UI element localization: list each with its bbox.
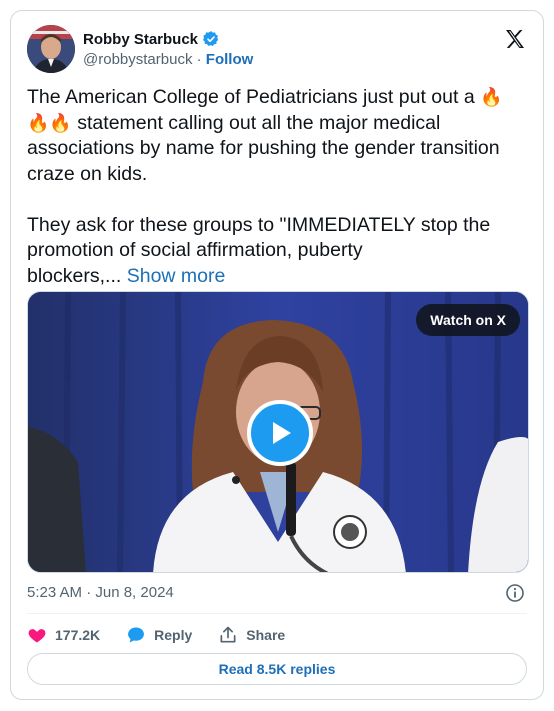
follow-button[interactable]: Follow: [206, 51, 254, 68]
tweet-line-6: promotion of social affirmation, puberty: [27, 239, 363, 261]
avatar[interactable]: [27, 25, 75, 73]
reply-icon: [128, 627, 145, 643]
reply-button[interactable]: Reply: [126, 625, 192, 645]
read-replies-button[interactable]: Read 8.5K replies: [27, 653, 527, 685]
reply-label: Reply: [154, 627, 193, 643]
info-icon[interactable]: [505, 583, 525, 603]
tweet-line-1: The American College of Pediatricians ju…: [27, 86, 481, 108]
tweet-line-7: blockers,...: [27, 264, 122, 287]
share-label: Share: [246, 627, 286, 643]
tweet-line-5: They ask for these groups to "IMMEDIATEL…: [27, 213, 491, 236]
tweet-timestamp[interactable]: 5:23 AM · Jun 8, 2024: [27, 584, 174, 601]
tweet-actions: 177.2K Reply Share: [27, 621, 311, 649]
x-logo-icon[interactable]: [503, 27, 527, 51]
show-more-link[interactable]: Show more: [127, 265, 226, 287]
handle-separator: ·: [196, 51, 202, 68]
like-button[interactable]: 177.2K: [27, 625, 100, 645]
divider: [27, 613, 527, 614]
fire-emoji: 🔥: [27, 112, 50, 133]
fire-emoji: 🔥: [49, 112, 72, 133]
author-handle[interactable]: @robbystarbuck: [83, 51, 192, 68]
fire-emoji: 🔥: [480, 87, 503, 107]
tweet-card: Robby Starbuck @robbystarbuck · Follow T…: [10, 10, 544, 700]
tweet-line-4: craze on kids.: [27, 162, 148, 185]
like-count: 177.2K: [55, 627, 101, 643]
author-name[interactable]: Robby Starbuck: [83, 31, 198, 48]
tweet-line-3: associations by name for pushing the gen…: [27, 137, 500, 159]
heart-icon: [28, 629, 46, 643]
author-handle-row: @robbystarbuck · Follow: [83, 51, 253, 68]
play-icon: [273, 422, 291, 444]
author-name-row: Robby Starbuck: [83, 30, 220, 48]
verified-badge-icon: [202, 30, 220, 48]
share-icon: [220, 626, 236, 643]
video-player[interactable]: Watch on X: [27, 291, 529, 573]
tweet-line-2: statement calling out all the major medi…: [71, 111, 441, 134]
watch-on-x-button[interactable]: Watch on X: [416, 304, 520, 336]
share-button[interactable]: Share: [218, 625, 285, 645]
play-button[interactable]: [247, 400, 313, 466]
tweet-text: The American College of Pediatricians ju…: [27, 85, 527, 289]
tweet-header: Robby Starbuck @robbystarbuck · Follow: [27, 25, 527, 75]
